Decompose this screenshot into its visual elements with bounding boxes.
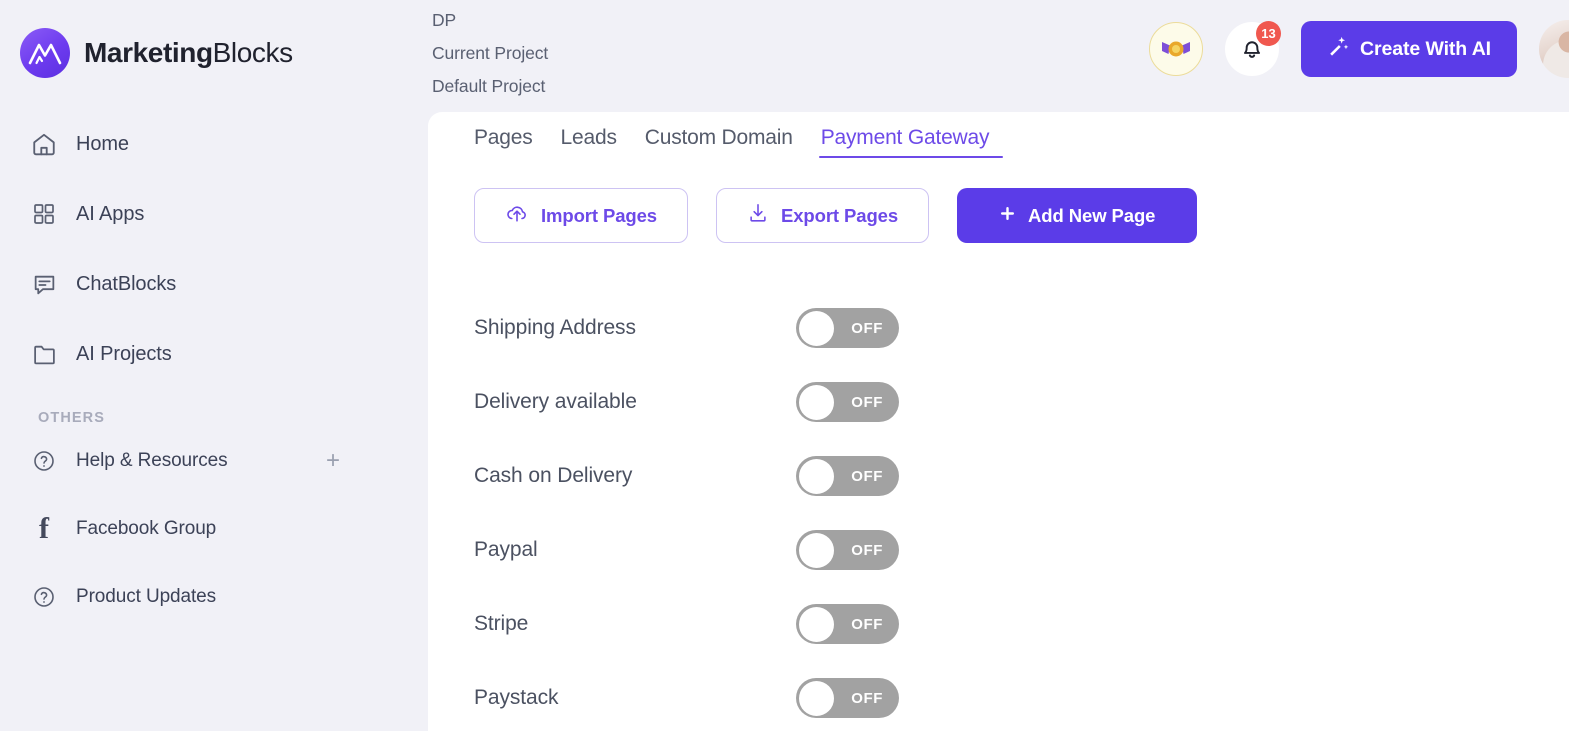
toggle-delivery-available[interactable]: OFF xyxy=(796,382,899,422)
setting-row-delivery-available: Delivery available OFF xyxy=(474,365,1569,439)
mountain-m-logo-icon xyxy=(20,28,70,78)
setting-label: Stripe xyxy=(474,612,529,635)
toggle-state-label: OFF xyxy=(851,467,883,485)
import-pages-button[interactable]: Import Pages xyxy=(474,188,688,243)
sidebar-item-product-updates[interactable]: Product Updates xyxy=(0,576,428,618)
sidebar-item-label: ChatBlocks xyxy=(76,272,177,295)
tab-payment-gateway[interactable]: Payment Gateway xyxy=(807,126,1004,158)
home-icon xyxy=(30,130,58,158)
toggle-knob xyxy=(798,310,834,346)
brand-name-light: Blocks xyxy=(212,37,293,68)
toggle-state-label: OFF xyxy=(851,615,883,633)
payment-settings-list: Shipping Address OFF Delivery available … xyxy=(474,291,1569,731)
download-icon xyxy=(747,202,769,229)
toggle-knob xyxy=(798,532,834,568)
toggle-knob xyxy=(798,458,834,494)
award-rosette-icon[interactable] xyxy=(1149,22,1204,76)
main-content: Pages Leads Custom Domain Payment Gatewa… xyxy=(428,112,1569,731)
notifications-button[interactable]: 13 xyxy=(1225,21,1282,76)
sidebar-item-label: Product Updates xyxy=(76,586,217,607)
page-actions-toolbar: Import Pages Export Pages Add New Page xyxy=(474,188,1569,243)
setting-label: Cash on Delivery xyxy=(474,464,633,487)
setting-label: Paystack xyxy=(474,686,559,709)
import-pages-label: Import Pages xyxy=(541,204,657,226)
sidebar-item-help-resources[interactable]: Help & Resources + xyxy=(0,440,428,482)
sidebar-item-label: AI Apps xyxy=(76,202,145,225)
tab-leads[interactable]: Leads xyxy=(547,126,631,158)
grid-apps-icon xyxy=(30,200,58,228)
sidebar-item-label: Facebook Group xyxy=(76,518,217,539)
sidebar-nav: Home AI Apps ChatBlocks AI Projects OTHE… xyxy=(0,120,428,618)
header-actions: 13 Create With AI xyxy=(1149,20,1569,78)
toggle-state-label: OFF xyxy=(851,319,883,337)
sidebar-item-facebook-group[interactable]: f Facebook Group xyxy=(0,508,428,550)
toggle-knob xyxy=(798,680,834,716)
create-with-ai-label: Create With AI xyxy=(1360,37,1491,60)
tab-custom-domain[interactable]: Custom Domain xyxy=(631,126,807,158)
magic-wand-icon xyxy=(1327,35,1349,63)
sidebar-item-ai-projects[interactable]: AI Projects xyxy=(0,330,428,378)
export-pages-label: Export Pages xyxy=(781,204,899,226)
sidebar-item-home[interactable]: Home xyxy=(0,120,428,168)
toggle-state-label: OFF xyxy=(851,689,883,707)
project-name: Default Project xyxy=(432,76,546,96)
facebook-icon: f xyxy=(39,512,49,545)
plus-icon xyxy=(999,205,1016,227)
sidebar-section-others: OTHERS xyxy=(38,410,106,426)
app-root: MarketingBlocks Home AI Apps ChatBlocks … xyxy=(0,0,1569,731)
setting-row-cash-on-delivery: Cash on Delivery OFF xyxy=(474,439,1569,513)
sidebar: MarketingBlocks Home AI Apps ChatBlocks … xyxy=(0,0,428,731)
toggle-cash-on-delivery[interactable]: OFF xyxy=(796,456,899,496)
question-circle-icon xyxy=(30,447,58,475)
create-with-ai-button[interactable]: Create With AI xyxy=(1301,21,1517,77)
add-new-page-label: Add New Page xyxy=(1028,204,1156,226)
project-breadcrumb: DP Current Project Default Project xyxy=(432,4,548,103)
sidebar-item-ai-apps[interactable]: AI Apps xyxy=(0,190,428,238)
chat-bubble-icon xyxy=(30,270,58,298)
setting-row-stripe: Stripe OFF xyxy=(474,587,1569,661)
toggle-state-label: OFF xyxy=(851,541,883,559)
notification-badge: 13 xyxy=(1256,21,1282,46)
plus-icon[interactable]: + xyxy=(320,448,346,474)
setting-row-paypal: Paypal OFF xyxy=(474,513,1569,587)
toggle-stripe[interactable]: OFF xyxy=(796,604,899,644)
setting-row-shipping-address: Shipping Address OFF xyxy=(474,291,1569,365)
setting-label: Paypal xyxy=(474,538,538,561)
export-pages-button[interactable]: Export Pages xyxy=(716,188,930,243)
sidebar-item-label: AI Projects xyxy=(76,342,172,365)
project-initials: DP xyxy=(432,10,457,30)
brand-name-bold: Marketing xyxy=(84,37,213,68)
sidebar-item-chatblocks[interactable]: ChatBlocks xyxy=(0,260,428,308)
add-new-page-button[interactable]: Add New Page xyxy=(957,188,1198,243)
toggle-paypal[interactable]: OFF xyxy=(796,530,899,570)
toggle-shipping-address[interactable]: OFF xyxy=(796,308,899,348)
current-project-label: Current Project xyxy=(432,43,549,63)
setting-label: Shipping Address xyxy=(474,316,636,339)
sidebar-item-label: Help & Resources xyxy=(76,450,228,471)
folder-icon xyxy=(30,340,58,368)
user-avatar[interactable] xyxy=(1539,20,1569,78)
brand-name: MarketingBlocks xyxy=(84,37,293,69)
question-circle-icon xyxy=(30,583,58,611)
sidebar-item-label: Home xyxy=(76,132,129,155)
brand-logo[interactable]: MarketingBlocks xyxy=(0,0,428,78)
toggle-knob xyxy=(798,384,834,420)
cloud-upload-icon xyxy=(505,201,529,230)
tab-pages[interactable]: Pages xyxy=(474,126,547,158)
content-tabs: Pages Leads Custom Domain Payment Gatewa… xyxy=(474,112,1569,158)
setting-row-paystack: Paystack OFF xyxy=(474,661,1569,731)
setting-label: Delivery available xyxy=(474,390,637,413)
toggle-paystack[interactable]: OFF xyxy=(796,678,899,718)
top-header: DP Current Project Default Project 13 Cr… xyxy=(428,0,1569,112)
toggle-state-label: OFF xyxy=(851,393,883,411)
toggle-knob xyxy=(798,606,834,642)
